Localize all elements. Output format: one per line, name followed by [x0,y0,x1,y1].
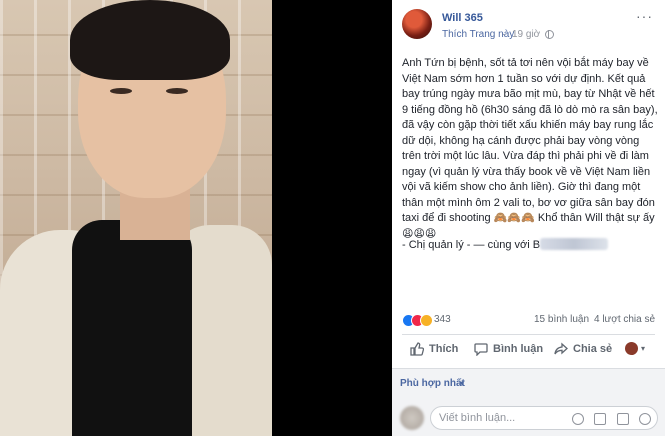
more-options-icon[interactable]: ··· [636,8,653,24]
post-photo[interactable] [0,0,272,436]
haha-reaction-icon [420,314,433,327]
shirt [72,220,192,436]
post-text: Anh Tứn bị bệnh, sốt tả tơi nên vội bắt … [402,57,661,240]
comment-tools [566,412,651,426]
post-timestamp[interactable]: 19 giờ [512,29,540,40]
viewer-avatar [625,342,638,355]
share-arrow-icon [554,342,568,355]
post-panel: Will 365 Thích Trang này · 19 giờ ··· An… [392,0,665,436]
emoji-icon[interactable] [571,413,584,425]
comment-count-link[interactable]: 15 bình luận [534,314,589,325]
signature-text: - Chị quản lý - — cùng với [402,239,530,251]
comment-input[interactable] [439,412,559,424]
photo-viewer [0,0,392,436]
tagged-name[interactable]: B [533,239,540,251]
globe-icon [545,30,554,39]
reaction-count[interactable]: 343 [434,314,451,325]
hair [70,0,230,80]
page-avatar[interactable] [402,9,432,39]
divider-top [402,334,655,335]
share-label: Chia sẻ [573,343,613,355]
blurred-name [540,238,609,250]
post-body: Anh Tứn bị bệnh, sốt tả tơi nên vội bắt … [402,56,660,242]
separator-dot: · [502,29,506,40]
commenter-avatar [400,406,424,430]
sticker-icon[interactable] [639,413,651,425]
left-eye [110,88,132,94]
camera-icon[interactable] [594,413,607,425]
page-name-link[interactable]: Will 365 [442,12,483,24]
right-eye [166,88,188,94]
thumbs-up-icon [410,342,424,356]
chevron-down-icon: ▾ [641,344,646,353]
comment-label: Bình luận [493,343,544,355]
comment-bubble-icon [474,343,488,356]
gif-icon[interactable] [616,413,629,425]
comment-box[interactable] [430,406,658,430]
share-count-link[interactable]: 4 lượt chia sẻ [594,314,655,325]
like-label: Thích [429,343,459,355]
comments-section: Phù hợp nhất ▾ [392,368,665,436]
comment-sort-dropdown[interactable]: Phù hợp nhất [400,378,465,389]
chevron-down-icon[interactable]: ▾ [460,379,464,388]
post-signature: - Chị quản lý - — cùng với B [402,238,609,251]
post-header: Will 365 Thích Trang này · 19 giờ ··· [392,0,665,48]
